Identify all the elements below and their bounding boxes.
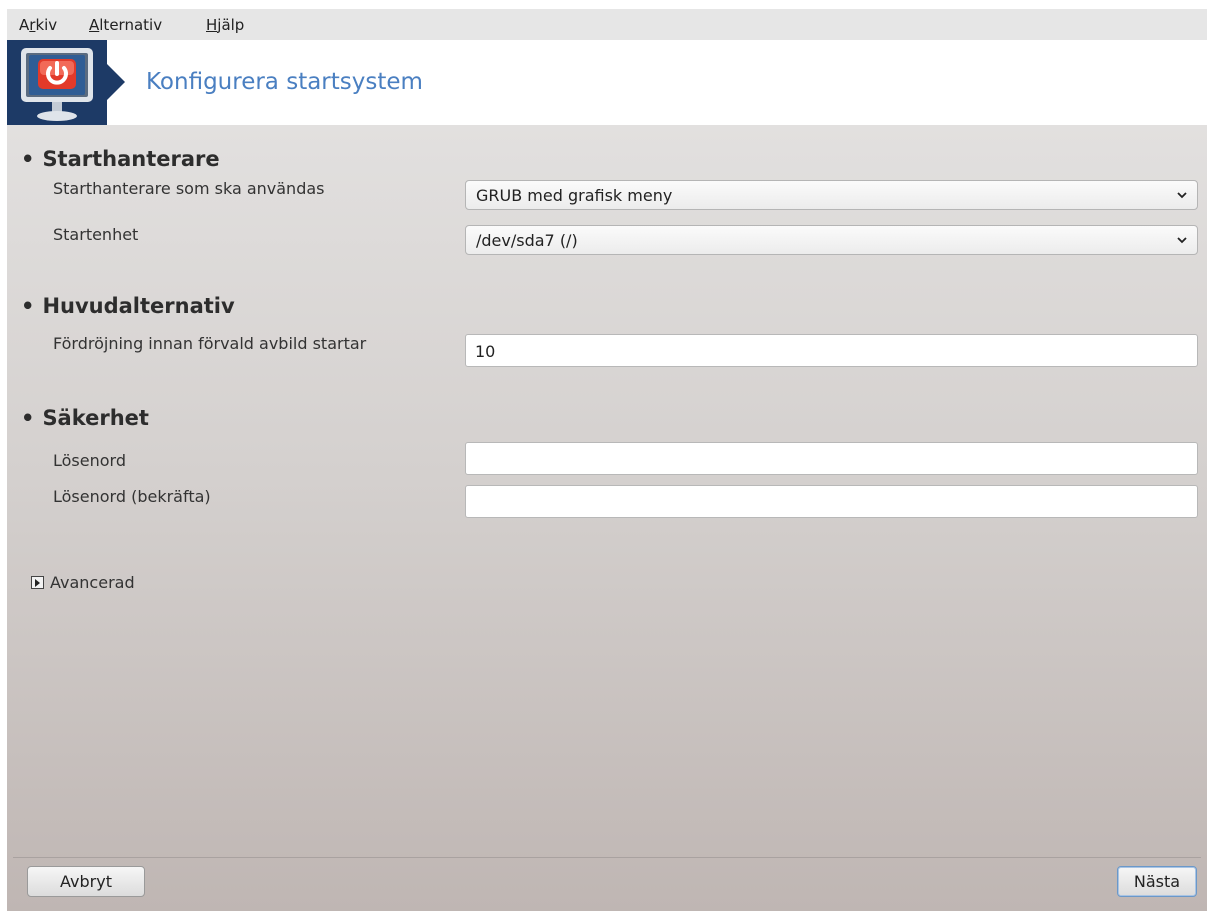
section-main-options-text: Huvudalternativ	[42, 294, 235, 318]
password-confirm-label: Lösenord (bekräfta)	[53, 487, 211, 506]
menu-arkiv-text-b: kiv	[35, 16, 58, 34]
password-field[interactable]	[465, 442, 1198, 475]
boot-device-select-value: /dev/sda7 (/)	[476, 231, 578, 250]
bullet-icon: •	[21, 294, 35, 318]
section-security-text: Säkerhet	[42, 406, 149, 430]
menu-arkiv[interactable]: Arkiv	[19, 16, 57, 34]
boot-device-label: Startenhet	[53, 225, 139, 244]
section-main-options-title: • Huvudalternativ	[21, 294, 235, 318]
section-bootloader-title: • Starthanterare	[21, 147, 220, 171]
cancel-button[interactable]: Avbryt	[27, 866, 145, 897]
menu-hjalp[interactable]: Hjälp	[206, 16, 244, 34]
next-button[interactable]: Nästa	[1117, 866, 1197, 897]
boot-device-select[interactable]: /dev/sda7 (/)	[465, 225, 1198, 255]
menubar: Arkiv Alternativ Hjälp	[7, 9, 1207, 40]
app-window: Arkiv Alternativ Hjälp Konfigurera start…	[7, 9, 1207, 911]
menu-arkiv-text-a: A	[19, 16, 30, 34]
main-content: • Starthanterare Starthanterare som ska a…	[7, 125, 1207, 911]
bootloader-select-value: GRUB med grafisk meny	[476, 186, 673, 205]
section-bootloader-text: Starthanterare	[42, 147, 220, 171]
bullet-icon: •	[21, 406, 35, 430]
page-title: Konfigurera startsystem	[146, 69, 423, 95]
delay-input[interactable]: 10	[465, 334, 1198, 367]
logo-panel	[7, 40, 107, 125]
menu-hjalp-text: jälp	[217, 16, 245, 34]
bootloader-label: Starthanterare som ska användas	[53, 179, 325, 198]
expand-arrow-icon	[31, 576, 44, 589]
delay-input-value: 10	[475, 342, 496, 361]
footer-separator	[13, 857, 1201, 858]
chevron-down-icon	[1177, 192, 1187, 199]
section-security-title: • Säkerhet	[21, 406, 149, 430]
bootloader-select[interactable]: GRUB med grafisk meny	[465, 180, 1198, 210]
password-label: Lösenord	[53, 451, 126, 470]
menu-alternativ-text: lternativ	[99, 16, 163, 34]
banner-arrow	[107, 64, 125, 100]
delay-label: Fördröjning innan förvald avbild startar	[53, 334, 367, 353]
bullet-icon: •	[21, 147, 35, 171]
power-monitor-icon	[21, 48, 93, 121]
menu-hjalp-mnemonic: H	[206, 16, 218, 34]
advanced-expander[interactable]: Avancerad	[31, 573, 135, 592]
advanced-label: Avancerad	[50, 573, 135, 592]
chevron-down-icon	[1177, 237, 1187, 244]
menu-alternativ[interactable]: Alternativ	[89, 16, 162, 34]
header-banner: Konfigurera startsystem	[7, 40, 1207, 125]
menu-alternativ-mnemonic: A	[89, 16, 100, 34]
password-confirm-field[interactable]	[465, 485, 1198, 518]
